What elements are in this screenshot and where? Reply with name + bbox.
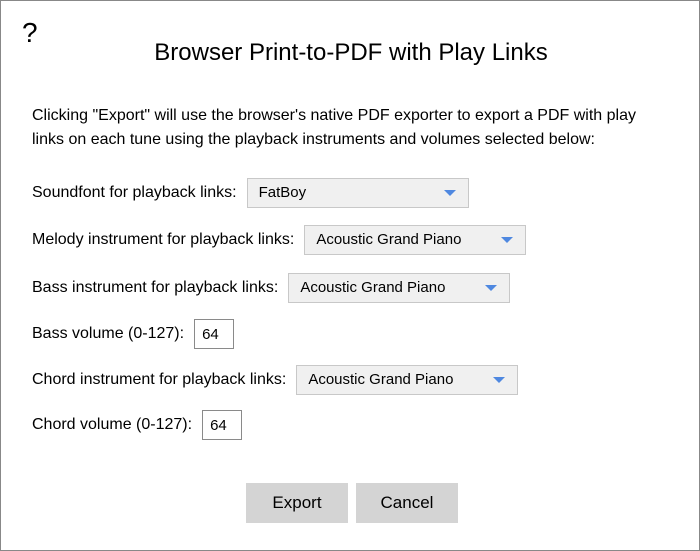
export-button[interactable]: Export <box>246 483 348 523</box>
caret-down-icon <box>485 285 498 291</box>
soundfont-row: Soundfont for playback links: FatBoy <box>32 178 469 208</box>
caret-down-icon <box>443 190 456 196</box>
bass-instrument-select[interactable]: Acoustic Grand Piano <box>288 273 511 303</box>
cancel-button[interactable]: Cancel <box>356 483 458 523</box>
bass-instrument-value: Acoustic Grand Piano <box>300 279 446 296</box>
dialog-title: Browser Print-to-PDF with Play Links <box>154 39 548 66</box>
soundfont-select[interactable]: FatBoy <box>246 178 469 208</box>
chord-instrument-value: Acoustic Grand Piano <box>308 371 454 388</box>
bass-instrument-row: Bass instrument for playback links: Acou… <box>32 273 511 303</box>
melody-instrument-select[interactable]: Acoustic Grand Piano <box>304 225 527 255</box>
chord-volume-label: Chord volume (0-127): <box>32 416 193 433</box>
bass-volume-label: Bass volume (0-127): <box>32 325 185 342</box>
melody-instrument-row: Melody instrument for playback links: Ac… <box>32 225 527 255</box>
melody-instrument-label: Melody instrument for playback links: <box>32 231 295 248</box>
chord-instrument-select[interactable]: Acoustic Grand Piano <box>296 365 519 395</box>
melody-instrument-value: Acoustic Grand Piano <box>316 231 462 248</box>
soundfont-value: FatBoy <box>258 184 307 201</box>
chord-volume-row: Chord volume (0-127): <box>32 410 243 440</box>
bass-instrument-label: Bass instrument for playback links: <box>32 279 279 296</box>
chord-volume-input[interactable] <box>202 410 243 440</box>
bass-volume-input[interactable] <box>194 319 235 349</box>
caret-down-icon <box>501 237 514 243</box>
soundfont-label: Soundfont for playback links: <box>32 184 237 201</box>
dialog-description: Clicking "Export" will use the browser's… <box>32 107 636 148</box>
chord-instrument-row: Chord instrument for playback links: Aco… <box>32 365 519 395</box>
caret-down-icon <box>493 377 506 383</box>
print-to-pdf-dialog: ? Browser Print-to-PDF with Play Links C… <box>0 0 700 551</box>
bass-volume-row: Bass volume (0-127): <box>32 319 235 349</box>
chord-instrument-label: Chord instrument for playback links: <box>32 371 287 388</box>
